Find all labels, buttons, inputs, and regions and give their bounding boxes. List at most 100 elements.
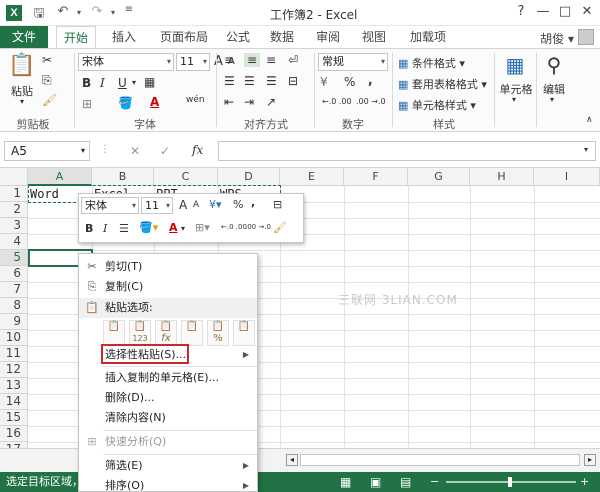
menu-item-filter[interactable]: 筛选(E) ▶ <box>79 456 257 476</box>
align-middle-icon[interactable]: ≡ <box>244 53 260 67</box>
menu-item-copy[interactable]: ⎘ 复制(C) <box>79 277 257 297</box>
decrease-indent-icon[interactable]: ⇤ <box>224 95 234 109</box>
percent-button[interactable]: % <box>344 75 355 89</box>
tab-file[interactable]: 文件 <box>0 26 48 48</box>
excel-app-icon[interactable]: X <box>6 5 22 21</box>
row-header[interactable]: 4 <box>0 234 28 250</box>
merge-center-icon[interactable]: ⊟ <box>288 74 298 88</box>
column-header-h[interactable]: H <box>470 168 534 186</box>
row-header[interactable]: 3 <box>0 218 28 234</box>
maximize-button[interactable]: □ <box>554 3 576 21</box>
horizontal-scrollbar[interactable] <box>300 454 580 466</box>
close-button[interactable]: ✕ <box>576 3 598 21</box>
tab-review[interactable]: 审阅 <box>310 26 346 48</box>
column-header-e[interactable]: E <box>280 168 344 186</box>
tab-addins[interactable]: 加载项 <box>404 26 452 48</box>
select-all-corner[interactable] <box>0 168 28 186</box>
menu-item-delete[interactable]: 删除(D)... <box>79 388 257 408</box>
customize-qat-icon[interactable]: ≡ <box>120 4 138 15</box>
number-format-combo[interactable]: 常规 ▾ <box>318 53 388 71</box>
row-header[interactable]: 6 <box>0 266 28 282</box>
cell-styles-button[interactable]: ▦ 单元格样式 ▾ <box>398 97 476 113</box>
mini-font-color-dropdown-icon[interactable]: ▾ <box>181 224 185 233</box>
mini-font-combo[interactable]: 宋体 ▾ <box>81 197 139 214</box>
column-header-i[interactable]: I <box>534 168 600 186</box>
mini-borders-icon[interactable]: ⊞▾ <box>195 221 210 234</box>
paste-option-formatting[interactable]: 📋% <box>207 320 229 346</box>
mini-size-combo[interactable]: 11 ▾ <box>141 197 173 214</box>
row-header[interactable]: 1 <box>0 186 28 202</box>
tab-page-layout[interactable]: 页面布局 <box>152 26 216 48</box>
copy-icon[interactable]: ⎘ <box>42 73 52 88</box>
menu-item-insert-copied-cells[interactable]: 插入复制的单元格(E)... <box>79 368 257 388</box>
binoculars-icon[interactable]: ⚲ <box>542 53 566 77</box>
tab-home[interactable]: 开始 <box>56 26 96 48</box>
row-header[interactable]: 11 <box>0 346 28 362</box>
align-center-icon[interactable]: ☰ <box>244 74 255 88</box>
name-box[interactable]: A5 ▾ <box>4 141 90 161</box>
enter-icon[interactable]: ✓ <box>160 144 170 158</box>
conditional-format-button[interactable]: ▦ 条件格式 ▾ <box>398 55 465 71</box>
paste-dropdown-icon[interactable]: ▾ <box>20 97 24 106</box>
row-header[interactable]: 7 <box>0 282 28 298</box>
row-header[interactable]: 15 <box>0 410 28 426</box>
borders-icon[interactable]: ⊞ <box>82 97 92 111</box>
page-layout-view-icon[interactable]: ▣ <box>370 472 381 492</box>
phonetic-icon[interactable]: wén <box>186 95 205 105</box>
mini-comma-button[interactable]: , <box>251 196 255 209</box>
mini-currency-icon[interactable]: ¥▾ <box>209 198 222 211</box>
tab-data[interactable]: 数据 <box>264 26 300 48</box>
row-header[interactable]: 13 <box>0 378 28 394</box>
expand-formula-icon[interactable]: ▾ <box>584 145 588 154</box>
tab-insert[interactable]: 插入 <box>104 26 144 48</box>
mini-grow-font-icon[interactable]: A <box>179 198 187 212</box>
tab-view[interactable]: 视图 <box>356 26 392 48</box>
font-color-icon[interactable]: A <box>150 95 159 109</box>
tab-formulas[interactable]: 公式 <box>220 26 256 48</box>
editing-dropdown-icon[interactable]: ▾ <box>550 95 554 104</box>
mini-bold-button[interactable]: B <box>85 222 93 235</box>
paste-option-values[interactable]: 📋 123 <box>129 320 151 346</box>
row-header[interactable]: 10 <box>0 330 28 346</box>
mini-italic-button[interactable]: I <box>103 222 107 235</box>
row-header[interactable]: 5 <box>0 250 28 266</box>
hscroll-left-icon[interactable]: ◂ <box>286 454 298 466</box>
column-header-b[interactable]: B <box>92 168 154 186</box>
menu-item-cut[interactable]: ✂ 剪切(T) <box>79 257 257 277</box>
fill-color-icon[interactable]: 🪣 <box>118 96 133 110</box>
collapse-ribbon-icon[interactable]: ∧ <box>586 115 593 125</box>
row-header[interactable]: 2 <box>0 202 28 218</box>
normal-view-icon[interactable]: ▦ <box>340 472 351 492</box>
page-break-view-icon[interactable]: ▤ <box>400 472 411 492</box>
avatar[interactable] <box>578 29 594 45</box>
mini-percent-button[interactable]: % <box>233 198 243 211</box>
border-icon[interactable]: ▦ <box>144 75 155 89</box>
mini-font-color-icon[interactable]: A <box>169 221 178 234</box>
row-header[interactable]: 14 <box>0 394 28 410</box>
mini-format-painter-icon[interactable]: 🖌 <box>273 221 287 234</box>
column-header-f[interactable]: F <box>344 168 408 186</box>
underline-dropdown-icon[interactable]: ▾ <box>132 78 136 87</box>
bold-button[interactable]: B <box>82 76 91 90</box>
formula-input[interactable] <box>218 141 596 161</box>
row-header[interactable]: 8 <box>0 298 28 314</box>
align-left-icon[interactable]: ☰ <box>224 74 235 88</box>
comma-button[interactable]: , <box>368 73 373 87</box>
user-name[interactable]: 胡俊 ▾ <box>540 30 574 47</box>
increase-decimal-button[interactable]: ←.0 .00 <box>322 97 352 106</box>
hscroll-right-icon[interactable]: ▸ <box>584 454 596 466</box>
row-header[interactable]: 9 <box>0 314 28 330</box>
column-header-c[interactable]: C <box>154 168 218 186</box>
cancel-icon[interactable]: ✕ <box>130 144 140 158</box>
undo-dropdown-icon[interactable]: ▾ <box>70 8 88 17</box>
cells-icon[interactable]: ▦ <box>502 53 528 77</box>
paste-option-formulas[interactable]: 📋 fx <box>155 320 177 346</box>
mini-shrink-font-icon[interactable]: A <box>193 200 199 210</box>
decrease-decimal-button[interactable]: .00 →.0 <box>356 97 386 106</box>
font-name-combo[interactable]: 宋体 ▾ <box>78 53 174 71</box>
mini-increase-decimal-button[interactable]: ←.0 .00 <box>221 223 247 231</box>
paste-icon[interactable]: 📋 <box>8 53 35 81</box>
help-button[interactable]: ? <box>510 3 532 21</box>
cut-icon[interactable]: ✂ <box>42 53 52 67</box>
align-top-icon[interactable]: ≡ <box>224 53 234 67</box>
